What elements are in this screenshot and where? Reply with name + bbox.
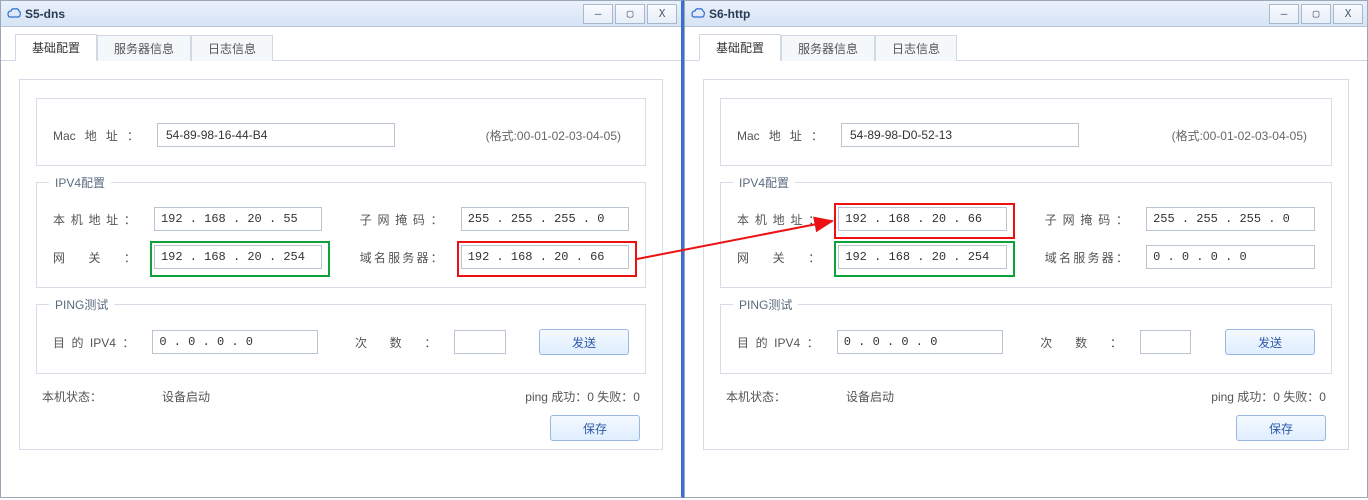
minimize-button[interactable]: — [1269,4,1299,24]
tab-log-info[interactable]: 日志信息 [875,35,957,61]
window-buttons: — ▢ X [1267,4,1363,24]
maximize-button[interactable]: ▢ [615,4,645,24]
tab-basic-config[interactable]: 基础配置 [15,34,97,61]
host-status-label: 本机状态： [42,388,102,405]
titlebar: S5-dns — ▢ X [1,1,681,27]
tab-server-info[interactable]: 服务器信息 [781,35,875,61]
button-label: 保存 [583,420,607,437]
maximize-icon: ▢ [1313,7,1320,20]
ipv4-section: IPV4配置 本机地址 192 . 168 . 20 . 55 子网掩码 255… [36,182,646,288]
mac-label: Mac地址 [53,127,145,144]
host-status-value: 设备启动 [846,388,894,405]
local-addr-input[interactable]: 192 . 168 . 20 . 66 [838,207,1007,231]
ipv4-section-title: IPV4配置 [49,174,111,191]
tab-label: 服务器信息 [114,42,174,56]
local-addr-label: 本机地址 [737,211,826,228]
status-row: 本机状态： 设备启动 ping 成功：0 失败：0 [42,388,640,405]
ping-count-input[interactable] [454,330,505,354]
host-status-label: 本机状态： [726,388,786,405]
ping-section-title: PING测试 [49,296,114,313]
tab-log-info[interactable]: 日志信息 [191,35,273,61]
window-s6-http: S6-http — ▢ X 基础配置 服务器信息 日志信息 Mac地址 54-8… [684,0,1368,498]
close-button[interactable]: X [1333,4,1363,24]
tab-server-info[interactable]: 服务器信息 [97,35,191,61]
host-status-value: 设备启动 [162,388,210,405]
tab-label: 基础配置 [32,41,80,55]
app-icon [691,7,705,21]
dns-label: 域名服务器 [1045,249,1134,266]
mac-input[interactable]: 54-89-98-16-44-B4 [157,123,395,147]
button-label: 保存 [1269,420,1293,437]
tab-label: 服务器信息 [798,42,858,56]
close-icon: X [1345,7,1352,20]
ping-count-label: 次数 [1040,334,1128,351]
subnet-mask-input[interactable]: 255 . 255 . 255 . 0 [1146,207,1315,231]
dns-input[interactable]: 192 . 168 . 20 . 66 [461,245,629,269]
ping-send-button[interactable]: 发送 [1225,329,1315,355]
local-addr-input[interactable]: 192 . 168 . 20 . 55 [154,207,322,231]
mac-format-hint: (格式:00-01-02-03-04-05) [486,127,629,144]
save-row: 保存 [42,415,640,441]
minimize-icon: — [1281,7,1288,20]
titlebar: S6-http — ▢ X [685,1,1367,27]
ipv4-section-title: IPV4配置 [733,174,795,191]
maximize-button[interactable]: ▢ [1301,4,1331,24]
mac-label: Mac地址 [737,127,829,144]
window-s5-dns: S5-dns — ▢ X 基础配置 服务器信息 日志信息 Mac地址 54-89… [0,0,684,498]
ping-count-input[interactable] [1140,330,1191,354]
subnet-mask-input[interactable]: 255 . 255 . 255 . 0 [461,207,629,231]
window-buttons: — ▢ X [581,4,677,24]
maximize-icon: ▢ [627,7,634,20]
ping-target-input[interactable]: 0 . 0 . 0 . 0 [837,330,1003,354]
mac-section: Mac地址 54-89-98-16-44-B4 (格式:00-01-02-03-… [36,98,646,166]
button-label: 发送 [1258,334,1282,351]
ping-count-label: 次数 [355,334,442,351]
subnet-mask-label: 子网掩码 [360,211,449,228]
mac-section: Mac地址 54-89-98-D0-52-13 (格式:00-01-02-03-… [720,98,1332,166]
minimize-icon: — [595,7,602,20]
save-row: 保存 [726,415,1326,441]
ping-target-label: 目的IPV4 [53,334,140,351]
window-title: S6-http [709,7,1263,21]
mac-format-hint: (格式:00-01-02-03-04-05) [1172,127,1315,144]
tabs: 基础配置 服务器信息 日志信息 [685,27,1367,61]
ping-send-button[interactable]: 发送 [539,329,629,355]
gateway-input[interactable]: 192 . 168 . 20 . 254 [154,245,322,269]
ping-result: ping 成功：0 失败：0 [1211,388,1326,405]
local-addr-label: 本机地址 [53,211,142,228]
app-icon [7,7,21,21]
ping-target-label: 目的IPV4 [737,334,825,351]
gateway-input[interactable]: 192 . 168 . 20 . 254 [838,245,1007,269]
button-label: 发送 [572,334,596,351]
content-panel: Mac地址 54-89-98-D0-52-13 (格式:00-01-02-03-… [703,79,1349,450]
ping-result: ping 成功：0 失败：0 [525,388,640,405]
close-icon: X [659,7,666,20]
ping-section-title: PING测试 [733,296,798,313]
save-button[interactable]: 保存 [550,415,640,441]
stage: S5-dns — ▢ X 基础配置 服务器信息 日志信息 Mac地址 54-89… [0,0,1368,500]
dns-input[interactable]: 0 . 0 . 0 . 0 [1146,245,1315,269]
ping-target-input[interactable]: 0 . 0 . 0 . 0 [152,330,317,354]
mac-input[interactable]: 54-89-98-D0-52-13 [841,123,1079,147]
tab-label: 日志信息 [208,42,256,56]
ipv4-section: IPV4配置 本机地址 192 . 168 . 20 . 66 子网掩码 255… [720,182,1332,288]
content-panel: Mac地址 54-89-98-16-44-B4 (格式:00-01-02-03-… [19,79,663,450]
ping-section: PING测试 目的IPV4 0 . 0 . 0 . 0 次数 发送 [720,304,1332,374]
gateway-label: 网关 [53,249,142,266]
minimize-button[interactable]: — [583,4,613,24]
close-button[interactable]: X [647,4,677,24]
dns-label: 域名服务器 [360,249,449,266]
tab-basic-config[interactable]: 基础配置 [699,34,781,61]
status-row: 本机状态： 设备启动 ping 成功：0 失败：0 [726,388,1326,405]
tab-label: 日志信息 [892,42,940,56]
save-button[interactable]: 保存 [1236,415,1326,441]
window-title: S5-dns [25,7,577,21]
subnet-mask-label: 子网掩码 [1045,211,1134,228]
ping-section: PING测试 目的IPV4 0 . 0 . 0 . 0 次数 发送 [36,304,646,374]
tab-label: 基础配置 [716,41,764,55]
tabs: 基础配置 服务器信息 日志信息 [1,27,681,61]
gateway-label: 网关 [737,249,826,266]
